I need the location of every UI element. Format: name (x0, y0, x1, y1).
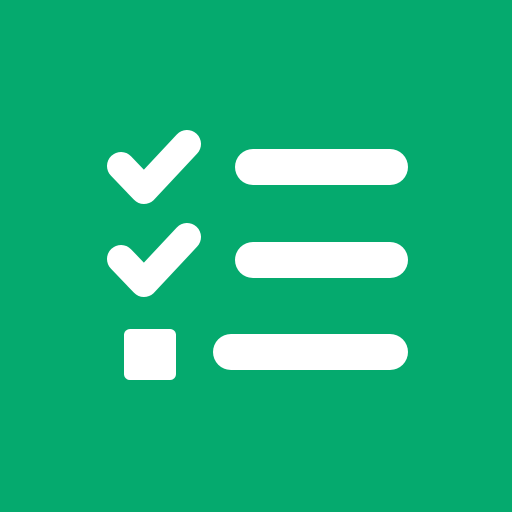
checklist-icon (0, 0, 512, 512)
checklist-app-icon (0, 0, 512, 512)
empty-square-icon (124, 329, 176, 380)
